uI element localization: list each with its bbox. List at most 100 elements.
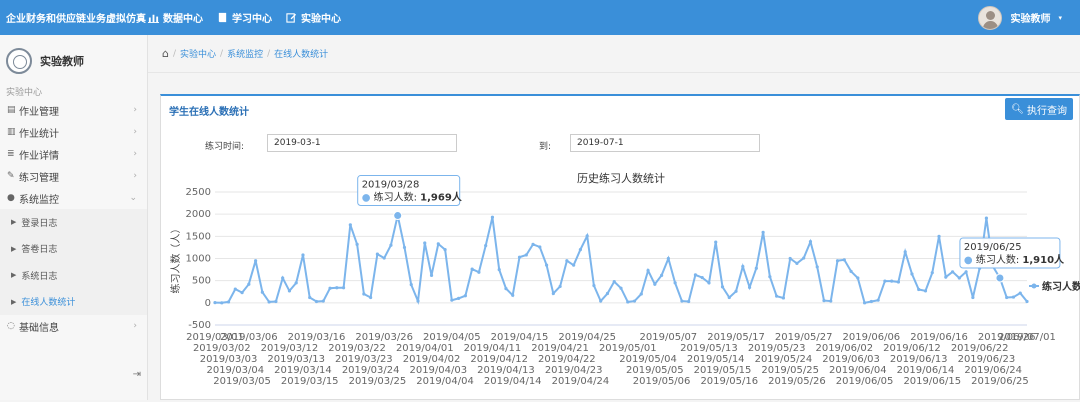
data-point bbox=[754, 266, 758, 270]
user-menu[interactable]: 实验教师 ▾ bbox=[978, 0, 1062, 35]
data-point bbox=[484, 244, 488, 248]
line-chart: 历史练习人数统计 2500 2000 1500 1000 500 0 -500 练习人数（人） 2… bbox=[169, 171, 1080, 387]
data-point bbox=[734, 289, 738, 293]
edit-icon bbox=[286, 13, 297, 23]
sidebar-subitem-login-log[interactable]: ▶ 登录日志 bbox=[0, 209, 147, 236]
stats-panel: 学生在线人数统计 🔍︎ 执行查询 练习时间: 到: 历史练习人数统计250020… bbox=[160, 94, 1080, 400]
x-tick-label: 2019/03/22 bbox=[328, 343, 386, 354]
x-tick-label: 2019/06/06 bbox=[843, 332, 901, 343]
data-point bbox=[457, 296, 461, 300]
data-point bbox=[890, 279, 894, 283]
data-point bbox=[558, 284, 562, 289]
sidebar-item-label: 作业管理 bbox=[19, 106, 59, 118]
data-point bbox=[470, 267, 474, 271]
breadcrumb-item[interactable]: 在线人数统计 bbox=[274, 47, 328, 60]
user-name: 实验教师 bbox=[1010, 14, 1051, 25]
data-point bbox=[599, 299, 603, 303]
sidebar-item-homework-manage[interactable]: ▤ 作业管理 › bbox=[0, 99, 147, 121]
data-point bbox=[971, 295, 975, 300]
data-point bbox=[260, 290, 264, 294]
nav-lab-center[interactable]: 实验中心 bbox=[286, 10, 341, 25]
data-point bbox=[524, 253, 528, 257]
x-tick-label: 2019/03/05 bbox=[213, 376, 271, 387]
x-tick-label: 2019/05/07 bbox=[640, 332, 698, 343]
data-point bbox=[639, 292, 643, 296]
data-point bbox=[1018, 291, 1022, 295]
data-point bbox=[389, 243, 393, 247]
sidebar-item-homework-detail[interactable]: ≣ 作业详情 › bbox=[0, 143, 147, 165]
data-point bbox=[328, 286, 332, 290]
data-point bbox=[226, 300, 231, 304]
breadcrumb-item[interactable]: 实验中心 bbox=[180, 47, 216, 60]
x-tick-label: 2019/04/22 bbox=[538, 354, 596, 365]
data-point bbox=[497, 267, 501, 272]
data-point bbox=[835, 259, 840, 263]
tooltip-value: ● 练习人数: 1,969人 bbox=[362, 191, 463, 204]
chevron-right-icon: › bbox=[133, 105, 137, 115]
nav-label: 数据中心 bbox=[163, 14, 203, 25]
edit-icon: ✎ bbox=[7, 171, 15, 181]
data-point bbox=[883, 279, 887, 283]
x-tick-label: 2019/06/22 bbox=[951, 343, 1009, 354]
sidebar-item-practice-manage[interactable]: ✎ 练习管理 › bbox=[0, 165, 147, 187]
x-tick-label: 2019/03/12 bbox=[261, 343, 319, 354]
sidebar-subitem-system-log[interactable]: ▶ 系统日志 bbox=[0, 262, 147, 289]
sidebar-item-label: 作业统计 bbox=[19, 128, 59, 140]
sidebar-item-basic-info[interactable]: ◌ 基础信息 › bbox=[0, 315, 147, 337]
breadcrumb-item[interactable]: 系统监控 bbox=[227, 47, 263, 60]
nav-learning-center[interactable]: 学习中心 bbox=[217, 10, 272, 25]
x-tick-label: 2019/03/15 bbox=[281, 376, 339, 387]
data-point bbox=[720, 285, 725, 289]
main-content: ⌂ / 实验中心 / 系统监控 / 在线人数统计 学生在线人数统计 🔍︎ 执行查… bbox=[148, 35, 1080, 400]
book-icon bbox=[218, 12, 227, 23]
chevron-right-icon: › bbox=[133, 149, 137, 159]
x-tick-label: 2019/06/15 bbox=[903, 376, 961, 387]
info-icon: ● bbox=[7, 193, 15, 203]
data-point bbox=[341, 286, 346, 290]
x-tick-label: 2019/03/26 bbox=[355, 332, 413, 343]
data-point bbox=[937, 234, 941, 238]
data-point bbox=[944, 275, 948, 279]
x-tick-label: 2019/07/01 bbox=[998, 332, 1056, 343]
y-tick-label: 1000 bbox=[186, 254, 211, 265]
data-point bbox=[741, 264, 745, 269]
app-title: 企业财务和供应链业务虚拟仿真 bbox=[6, 14, 146, 25]
x-tick-label: 2019/06/23 bbox=[958, 354, 1016, 365]
y-tick-label: 2500 bbox=[186, 187, 211, 198]
data-point bbox=[923, 289, 928, 293]
data-point bbox=[829, 299, 833, 303]
chevron-down-icon: ▾ bbox=[1058, 13, 1062, 22]
sidebar-collapse-icon[interactable]: ⇥ bbox=[133, 369, 141, 380]
data-point bbox=[673, 281, 677, 285]
x-tick-label: 2019/05/15 bbox=[694, 365, 752, 376]
home-icon[interactable]: ⌂ bbox=[162, 47, 169, 60]
x-tick-label: 2019/05/13 bbox=[680, 343, 738, 354]
x-tick-label: 2019/04/24 bbox=[552, 376, 610, 387]
sidebar-item-homework-stats[interactable]: ▥ 作业统计 › bbox=[0, 121, 147, 143]
x-tick-label: 2019/03/25 bbox=[349, 376, 407, 387]
legend-label: 练习人数 bbox=[1042, 280, 1080, 293]
nav-data-center[interactable]: 数据中心 bbox=[148, 10, 203, 25]
data-point bbox=[680, 299, 684, 303]
chevron-right-icon: › bbox=[133, 321, 137, 331]
highlight-point bbox=[995, 273, 1005, 283]
bar-chart-icon bbox=[148, 14, 159, 23]
data-point bbox=[247, 282, 251, 286]
caret-right-icon: ▶ bbox=[11, 218, 17, 227]
data-point bbox=[815, 265, 819, 269]
data-point bbox=[301, 253, 305, 257]
tooltip-date: 2019/06/25 bbox=[964, 242, 1022, 253]
sidebar-subitem-label: 登录日志 bbox=[21, 218, 58, 229]
submenu: ▶ 登录日志 ▶ 答卷日志 ▶ 系统日志 ▶ 在线人数统计 bbox=[0, 209, 147, 315]
sidebar-subitem-online-stats[interactable]: ▶ 在线人数统计 bbox=[0, 289, 147, 316]
data-point bbox=[544, 263, 549, 267]
x-tick-label: 2019/04/12 bbox=[470, 354, 528, 365]
data-point bbox=[896, 280, 901, 284]
data-point bbox=[287, 289, 292, 293]
data-point bbox=[747, 285, 752, 289]
x-tick-label: 2019/05/05 bbox=[626, 365, 684, 376]
bar-chart-icon: ▥ bbox=[7, 127, 16, 137]
x-tick-label: 2019/04/03 bbox=[409, 365, 467, 376]
sidebar-item-system-monitor[interactable]: ● 系统监控 ⌄ bbox=[0, 187, 147, 209]
sidebar-subitem-answer-log[interactable]: ▶ 答卷日志 bbox=[0, 236, 147, 263]
